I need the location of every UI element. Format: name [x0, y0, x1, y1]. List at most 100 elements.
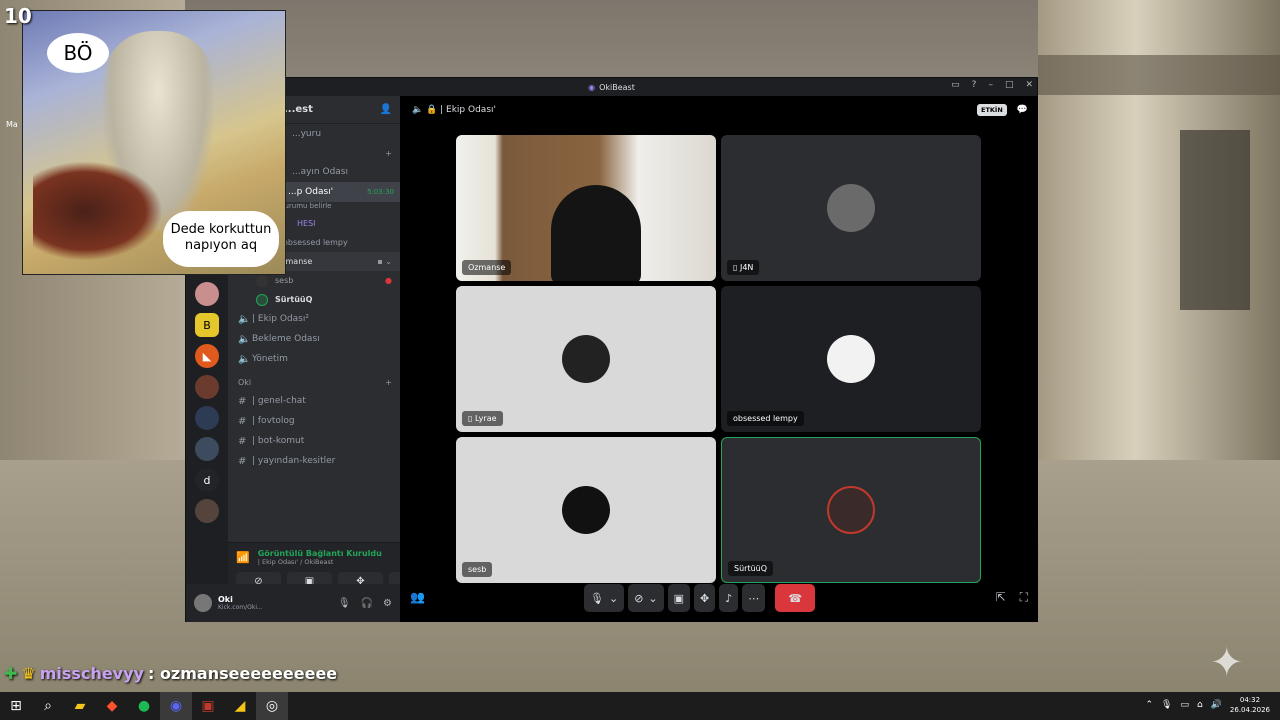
gear-icon[interactable]: ⚙ [383, 598, 392, 609]
call-timer: 5:03:30 [367, 188, 394, 196]
battery-icon[interactable]: ▭ [1180, 700, 1189, 710]
tile-name: obsessed lempy [727, 411, 804, 426]
sparkle-icon: ✦ [1210, 640, 1244, 686]
activities-button[interactable]: ✥ [694, 584, 716, 612]
app-icon[interactable]: ◢ [224, 692, 256, 720]
category-oki[interactable]: Oki + [228, 373, 400, 391]
obs-icon[interactable]: ◎ [256, 692, 288, 720]
avatar [827, 486, 875, 534]
camera-button[interactable]: ⊘ ⌄ [628, 584, 664, 612]
help-icon[interactable]: ? [972, 80, 977, 90]
server-icon[interactable] [195, 282, 219, 306]
mobile-icon: ▯ [733, 263, 740, 272]
fullscreen-icon[interactable]: ⛶ [1020, 590, 1028, 605]
close-button[interactable]: ✕ [1025, 80, 1033, 90]
desktop-icon[interactable]: Ma [6, 120, 18, 129]
speaker-icon: 🔈 🔒 [412, 105, 441, 115]
stage-header: 🔈 🔒 | Ekip Odası' ETKİN 💬 [400, 96, 1038, 124]
popout-icon[interactable]: ⇱ [996, 590, 1006, 605]
soundboard-button[interactable]: ♪ [719, 584, 739, 612]
windows-start-icon[interactable]: ⊞ [0, 692, 32, 720]
app-icon[interactable]: ▣ [192, 692, 224, 720]
mobile-icon: ▯ [468, 414, 475, 423]
call-controls: 👥 🎙 ⌄ ⊘ ⌄ ▣ ✥ ♪ ⋯ ☎ ⇱ ⛶ [400, 584, 1038, 614]
avatar [827, 184, 875, 232]
user-status: Kick.com/Oki... [218, 604, 263, 611]
video-tile[interactable]: ▯ Lyrae [456, 286, 716, 432]
connection-channel[interactable]: | Ekip Odası' / OkiBeast [258, 558, 397, 566]
microphone-icon[interactable]: 🎙 [338, 598, 351, 609]
text-channel[interactable]: # | bot-komut [228, 431, 400, 451]
video-tile[interactable]: sesb [456, 437, 716, 583]
clock[interactable]: 04:32 26.04.2026 [1230, 695, 1270, 715]
taskbar: ⊞ ⌕ ▰ ◆ ● ◉ ▣ ◢ ◎ ⌃ 🎙 ▭ ⌂ 🔊 04:32 26.04.… [0, 692, 1280, 720]
discord-icon[interactable]: ◉ [160, 692, 192, 720]
add-member-icon[interactable]: 👤 [380, 104, 392, 115]
text-channel[interactable]: # | fovtolog [228, 411, 400, 431]
channel-voice[interactable]: 🔈 Yönetim [228, 349, 400, 369]
server-icon[interactable] [195, 406, 219, 430]
signal-icon[interactable]: 📶 [236, 551, 250, 564]
maximize-button[interactable]: □ [1005, 80, 1014, 90]
server-icon[interactable] [195, 437, 219, 461]
volume-icon[interactable]: 🔊 [1211, 700, 1222, 710]
screen-share-button[interactable]: ▣ [667, 584, 691, 612]
server-name: ...est [284, 104, 313, 115]
chat-icon[interactable]: 💬 [1017, 105, 1028, 115]
mute-button[interactable]: 🎙 ⌄ [584, 584, 625, 612]
disconnect-button[interactable]: ☎ [775, 584, 816, 612]
server-icon[interactable] [195, 375, 219, 399]
volume-icon: 🔈 [238, 333, 251, 345]
add-channel-icon[interactable]: + [385, 149, 392, 158]
network-icon[interactable]: ⌂ [1197, 700, 1203, 710]
deafened-icon: ● [385, 276, 392, 285]
tile-name: SürtüüQ [728, 561, 774, 576]
avatar[interactable] [194, 594, 212, 612]
chat-message: : ozmanseeeeeeeeee [147, 664, 338, 683]
text-channel[interactable]: # | genel-chat [228, 391, 400, 411]
tile-name: sesb [462, 562, 493, 577]
hash-icon: # [238, 415, 247, 427]
video-tile[interactable]: ▯ J4N [721, 135, 981, 281]
inbox-icon[interactable]: ▭ [951, 80, 960, 90]
user-panel: Oki Kick.com/Oki... 🎙 🎧 ⚙ [186, 584, 400, 622]
title-bar: ◉ OkiBeast ▭ ? – □ ✕ [186, 78, 1037, 96]
video-tile[interactable]: obsessed lempy [721, 286, 981, 432]
server-icon[interactable] [195, 499, 219, 523]
search-icon[interactable]: ⌕ [32, 692, 64, 720]
volume-icon: 🔈 [238, 353, 251, 365]
server-icon[interactable]: ◣ [195, 344, 219, 368]
crown-icon: ♛ [21, 664, 36, 683]
video-tile[interactable]: SürtüüQ [721, 437, 981, 583]
tile-name: ▯ J4N [727, 260, 760, 275]
spotify-icon[interactable]: ● [128, 692, 160, 720]
channel-voice[interactable]: 🔈 Bekleme Odası [228, 329, 400, 349]
chat-username: misschevyy [39, 664, 144, 683]
add-channel-icon[interactable]: + [385, 378, 392, 387]
voice-stage: 🔈 🔒 | Ekip Odası' ETKİN 💬 Ozmanse ▯ J4N … [400, 96, 1038, 622]
more-button[interactable]: ⋯ [742, 584, 766, 612]
voice-member[interactable]: SürtüüQ [228, 290, 400, 309]
chevron-down-icon[interactable]: ⌄ [648, 592, 657, 605]
text-channel[interactable]: # | yayından-kesitler [228, 451, 400, 471]
microphone-icon[interactable]: 🎙 [1161, 700, 1172, 710]
video-tile[interactable]: Ozmanse [456, 135, 716, 281]
chevron-down-icon[interactable]: ⌄ [609, 592, 618, 605]
activity-badge[interactable]: ETKİN [977, 104, 1007, 116]
stream-chat-message: ✚ ♛ misschevyy : ozmanseeeeeeeeee [4, 664, 337, 683]
avatar [827, 335, 875, 383]
server-icon[interactable]: d [195, 468, 219, 492]
brave-icon[interactable]: ◆ [96, 692, 128, 720]
discord-window: ◉ OkiBeast ▭ ? – □ ✕ B ◣ d ...est 👤 ...y… [185, 77, 1038, 622]
connection-status: Görüntülü Bağlantı Kuruldu [257, 549, 382, 558]
chevron-up-icon[interactable]: ⌃ [1145, 700, 1153, 710]
file-explorer-icon[interactable]: ▰ [64, 692, 96, 720]
system-tray: ⌃ 🎙 ▭ ⌂ 🔊 04:32 26.04.2026 [1145, 695, 1270, 715]
channel-voice[interactable]: 🔈 | Ekip Odası² [228, 309, 400, 329]
minimize-button[interactable]: – [988, 80, 993, 90]
server-icon[interactable]: B [195, 313, 219, 337]
avatar [562, 335, 610, 383]
discord-logo-icon: ◉ [588, 82, 596, 92]
invite-icon[interactable]: 👥 [410, 590, 425, 604]
headphones-icon[interactable]: 🎧 [361, 598, 373, 609]
